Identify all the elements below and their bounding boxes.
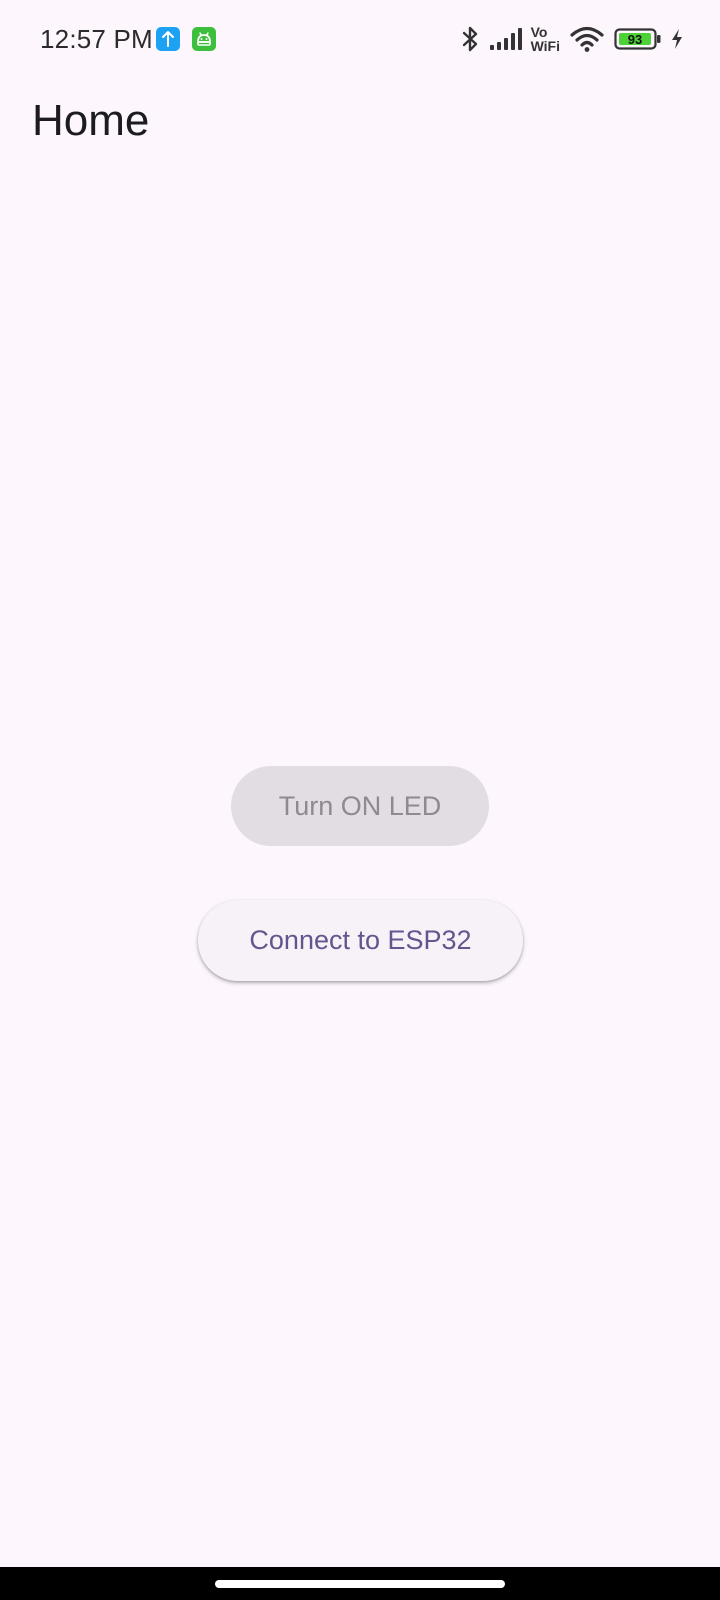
status-bar: 12:57 PM Vo WiFi 93 — [0, 0, 720, 80]
battery-icon: 93 — [614, 27, 662, 51]
connect-esp32-label: Connect to ESP32 — [249, 925, 472, 955]
battery-level: 93 — [627, 31, 643, 47]
turn-on-led-button[interactable]: Turn ON LED — [231, 766, 489, 846]
app-bar: Home — [0, 80, 720, 170]
status-time: 12:57 PM — [40, 24, 153, 54]
vowifi-bottom-label: WiFi — [530, 38, 560, 54]
connect-esp32-button[interactable]: Connect to ESP32 — [198, 900, 523, 981]
android-robot-icon — [192, 27, 216, 51]
bluetooth-icon — [461, 24, 479, 54]
signal-icon — [489, 27, 523, 51]
upload-arrow-icon — [156, 27, 180, 51]
page-title: Home — [32, 96, 150, 145]
turn-on-led-label: Turn ON LED — [278, 790, 442, 821]
wifi-icon — [570, 25, 604, 53]
vowifi-icon: Vo WiFi — [531, 25, 560, 53]
charging-icon — [670, 28, 684, 50]
vowifi-top-label: Vo — [530, 24, 548, 40]
status-icons: Vo WiFi 93 — [461, 22, 684, 56]
navigation-bar — [0, 1567, 720, 1600]
home-gesture-handle[interactable] — [215, 1580, 505, 1588]
